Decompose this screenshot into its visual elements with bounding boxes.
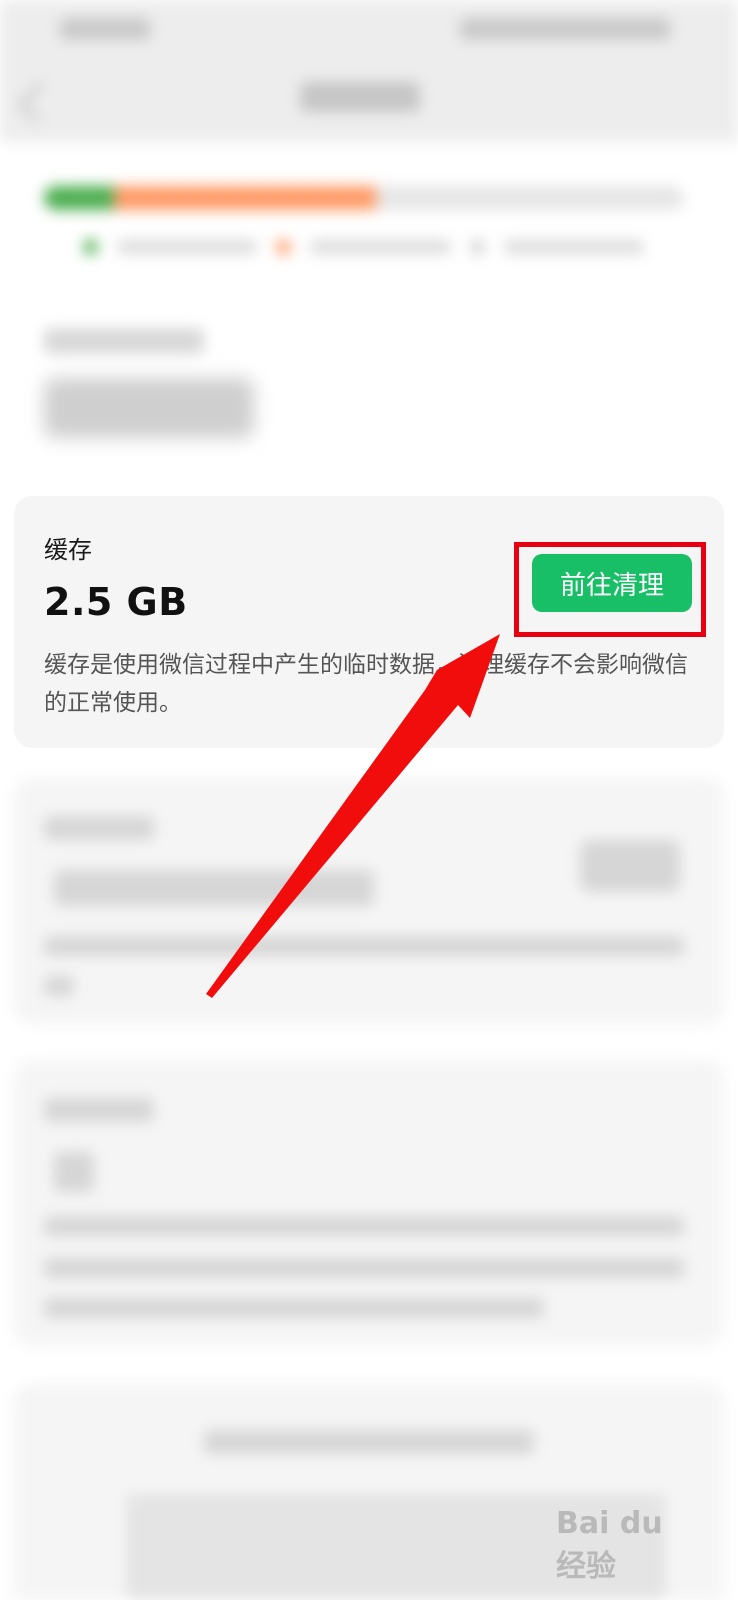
legend-dot <box>84 240 98 254</box>
cache-description: 缓存是使用微信过程中产生的临时数据，清理缓存不会影响微信的正常使用。 <box>44 652 688 716</box>
cache-size: 2.5 GB <box>44 580 188 624</box>
card-value <box>54 1152 94 1192</box>
space-value <box>44 378 254 438</box>
legend-label <box>117 240 258 254</box>
card-description <box>44 976 74 996</box>
status-bar-time <box>60 18 150 40</box>
usage-segment-other <box>114 186 376 210</box>
watermark-text: Bai du 经验 <box>556 1506 663 1584</box>
legend-dot <box>470 240 484 254</box>
usage-segment-wechat <box>44 186 114 210</box>
bottom-hint <box>204 1430 534 1454</box>
storage-legend <box>84 236 645 258</box>
card-title <box>44 816 154 840</box>
chat-records-card <box>14 778 724 1024</box>
manage-button[interactable] <box>580 840 680 892</box>
card-description <box>44 936 684 956</box>
top-bar <box>0 0 738 142</box>
legend-dot <box>277 240 291 254</box>
card-title <box>44 1098 154 1122</box>
space-label <box>44 328 204 354</box>
cache-title: 缓存 <box>44 536 92 564</box>
card-value <box>54 870 374 906</box>
legend-label <box>503 240 645 254</box>
card-description <box>44 1216 684 1236</box>
baidu-watermark-logo: Bai du 经验 <box>548 1496 698 1584</box>
legend-label <box>310 240 451 254</box>
card-description <box>44 1298 544 1318</box>
other-data-card <box>14 1060 724 1346</box>
card-description <box>44 1258 684 1278</box>
page-title <box>300 82 420 112</box>
status-bar-indicators <box>460 18 670 40</box>
annotation-highlight-box <box>514 542 706 637</box>
chevron-left-icon[interactable] <box>18 81 60 123</box>
storage-usage-bar <box>44 186 684 210</box>
